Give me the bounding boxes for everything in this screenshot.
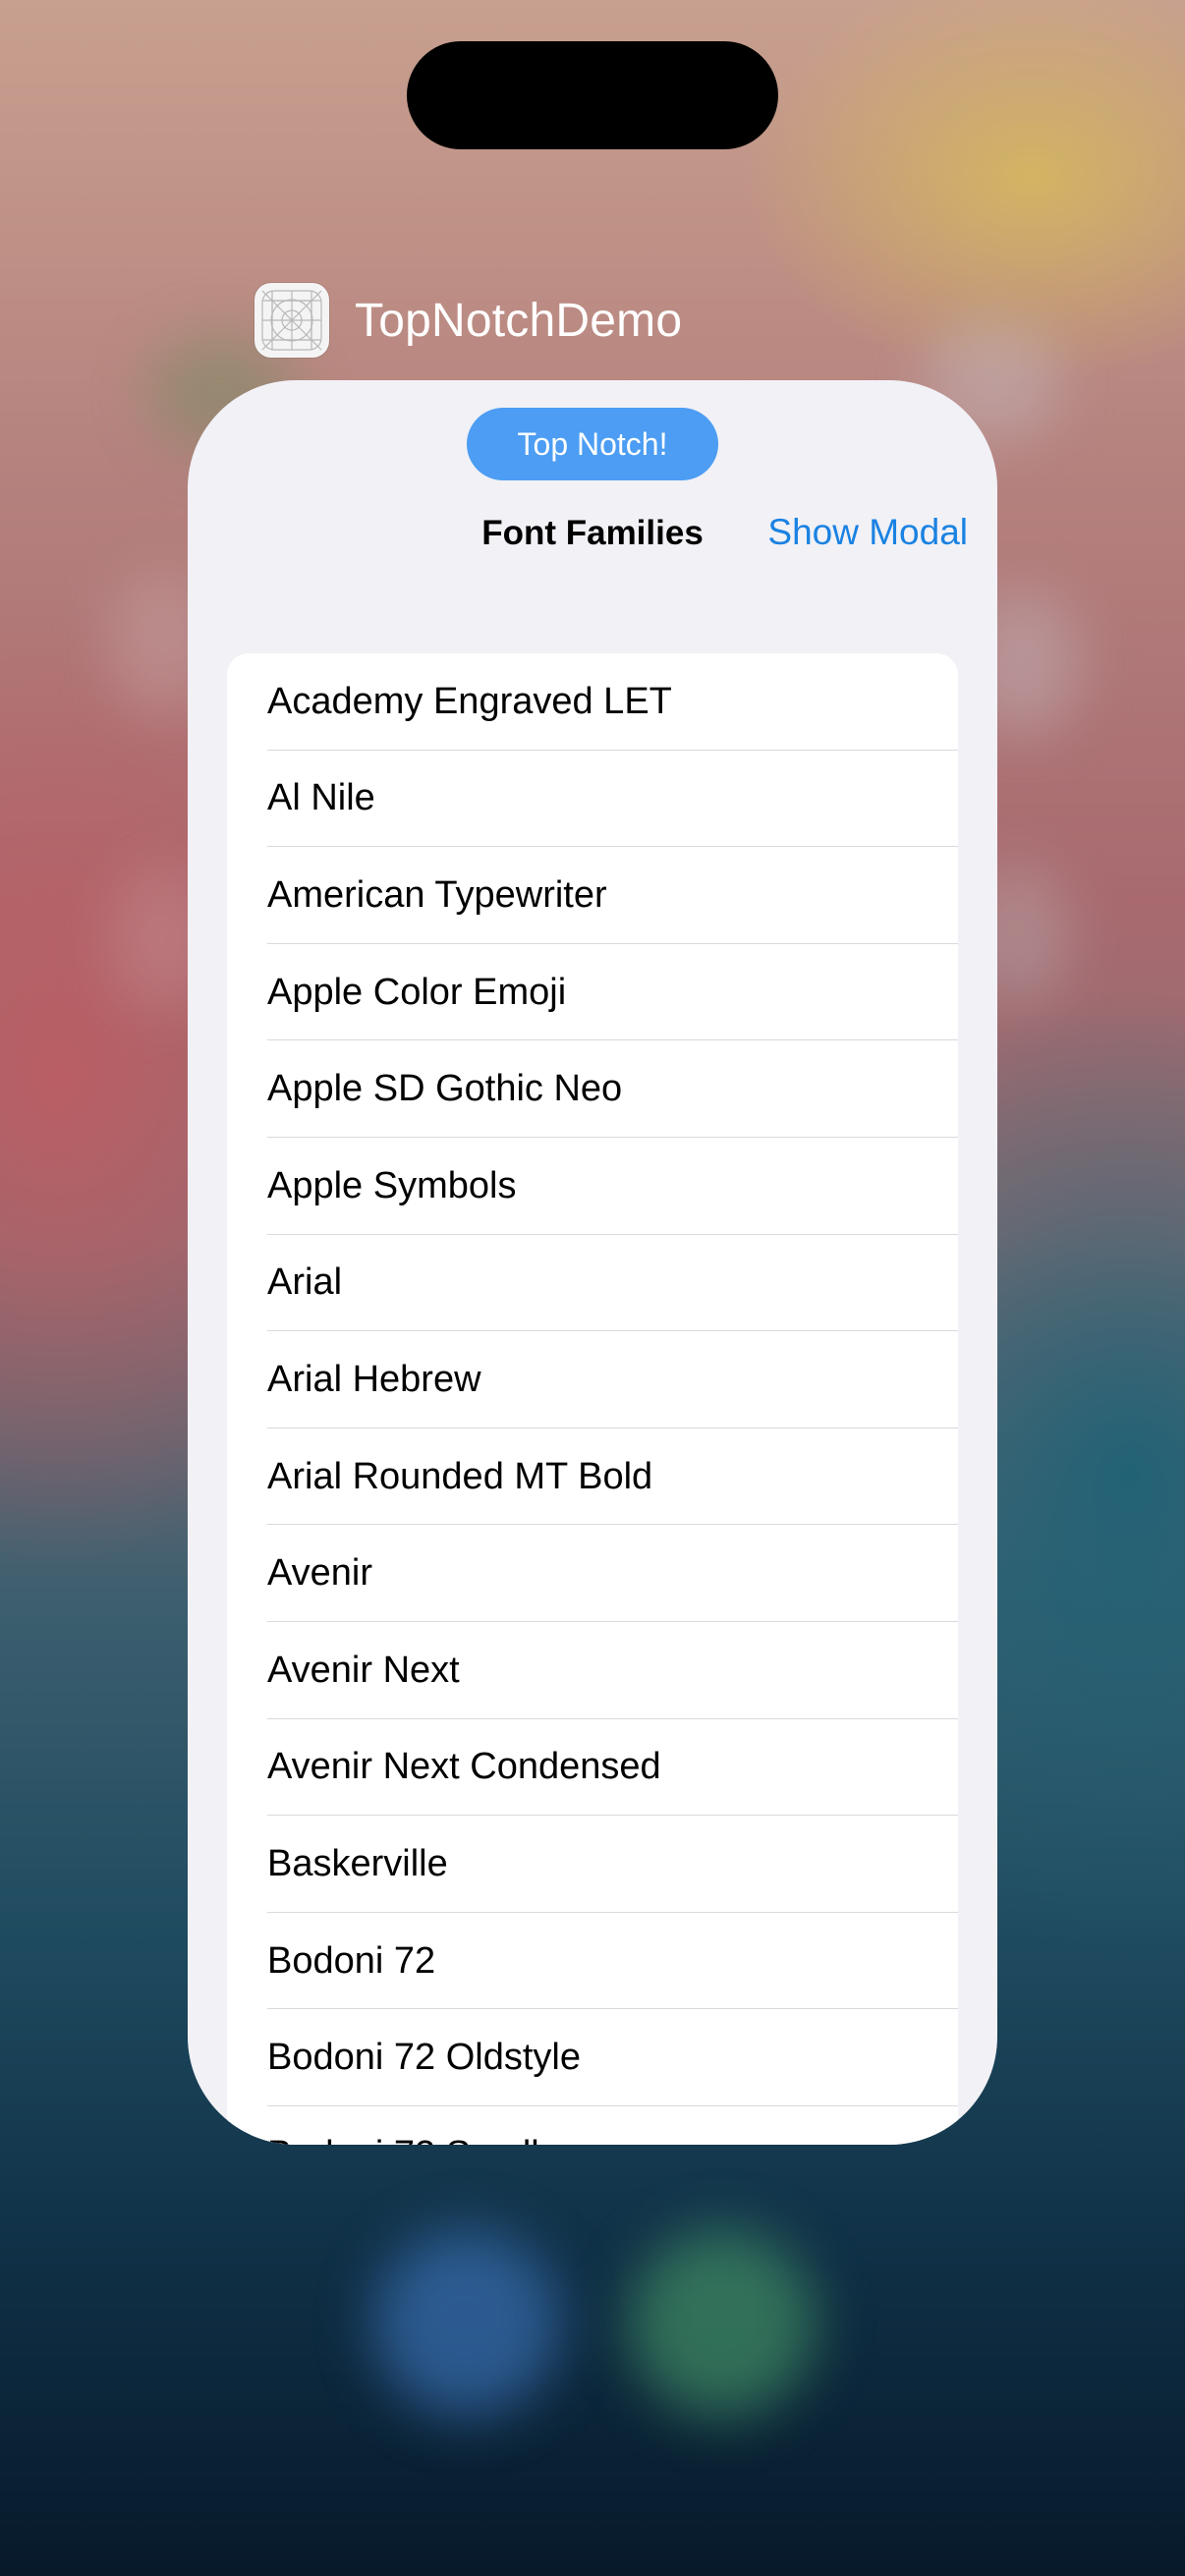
list-item-label: Avenir Next [267,1649,460,1691]
list-item[interactable]: Bodoni 72 Oldstyle [227,2009,958,2106]
list-item-label: Academy Engraved LET [267,680,672,722]
list-item[interactable]: Apple Symbols [227,1138,958,1235]
list-item-label: Apple Color Emoji [267,971,567,1013]
list-item[interactable]: Avenir Next Condensed [227,1719,958,1817]
show-modal-button[interactable]: Show Modal [767,512,968,553]
dock-app-blur [373,2230,560,2417]
list-item[interactable]: Arial Hebrew [227,1331,958,1428]
dock-app-blur [629,2230,816,2417]
app-name: TopNotchDemo [355,294,683,347]
list-item-label: Avenir Next Condensed [267,1746,661,1788]
top-notch-badge[interactable]: Top Notch! [467,408,718,480]
app-switcher-header[interactable]: TopNotchDemo [254,283,682,358]
list-item[interactable]: Apple Color Emoji [227,944,958,1041]
list-item[interactable]: Bodoni 72 Smallcaps [227,2106,958,2145]
list-item[interactable]: Arial [227,1235,958,1332]
list-item-label: Al Nile [267,777,375,819]
list-item[interactable]: Academy Engraved LET [227,653,958,751]
list-item[interactable]: Bodoni 72 [227,1913,958,2010]
list-item[interactable]: Al Nile [227,751,958,848]
list-item-label: Baskerville [267,1842,448,1884]
font-family-list: Academy Engraved LET Al Nile American Ty… [227,653,958,2145]
list-item[interactable]: Avenir [227,1525,958,1622]
list-item[interactable]: Apple SD Gothic Neo [227,1040,958,1138]
list-item-label: American Typewriter [267,873,607,916]
list-item-label: Arial Rounded MT Bold [267,1455,653,1497]
list-item[interactable]: American Typewriter [227,847,958,944]
list-item-label: Bodoni 72 [267,1939,436,1982]
list-item-label: Arial [267,1261,343,1304]
list-item-label: Apple SD Gothic Neo [267,1068,623,1110]
list-item-label: Avenir [267,1552,373,1595]
list-item-label: Arial Hebrew [267,1358,481,1400]
list-item[interactable]: Avenir Next [227,1622,958,1719]
list-item-label: Bodoni 72 Oldstyle [267,2037,581,2079]
dynamic-island [407,41,778,149]
app-icon [254,283,329,358]
list-item[interactable]: Baskerville [227,1816,958,1913]
list-item-label: Bodoni 72 Smallcaps [267,2134,618,2145]
app-preview-card[interactable]: Top Notch! Font Families Show Modal Acad… [188,380,997,2145]
list-item[interactable]: Arial Rounded MT Bold [227,1428,958,1526]
list-item-label: Apple Symbols [267,1164,517,1206]
app-grid-icon [261,290,322,351]
